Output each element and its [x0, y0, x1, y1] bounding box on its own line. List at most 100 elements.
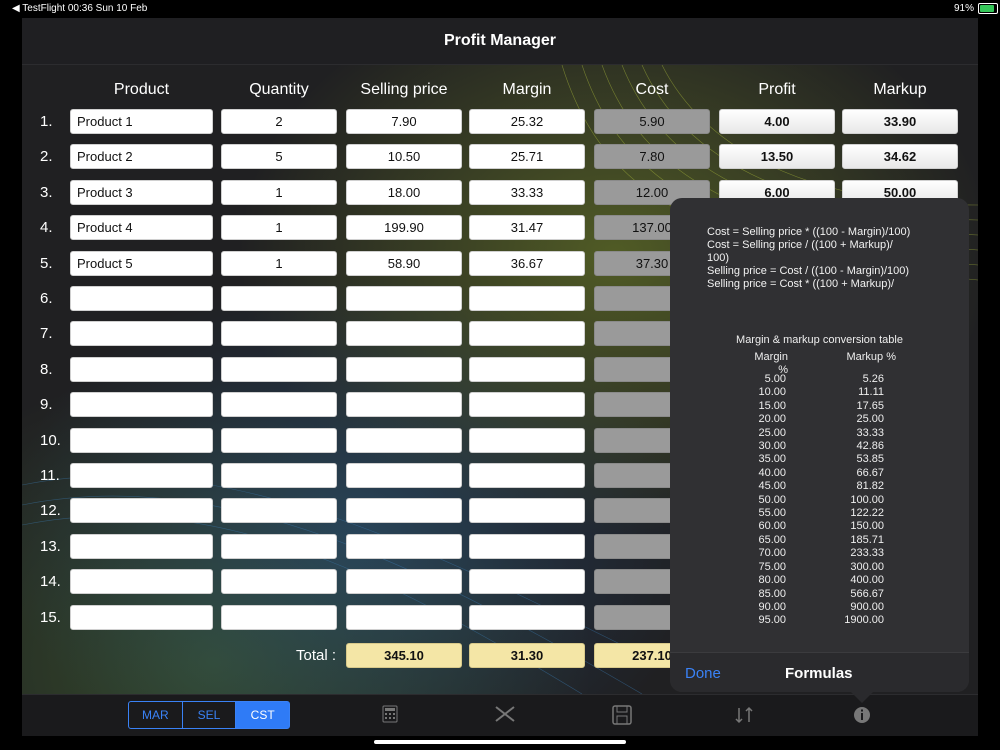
cell-product[interactable]: [70, 498, 213, 524]
save-icon[interactable]: [612, 705, 632, 730]
segment-sel[interactable]: SEL: [183, 702, 237, 728]
margin-value: 45.00: [758, 480, 786, 493]
cell-margin[interactable]: [469, 321, 585, 347]
done-button[interactable]: Done: [685, 665, 721, 682]
cell-product[interactable]: Product 1: [70, 109, 213, 134]
row-number: 13.: [40, 537, 61, 555]
cell-quantity[interactable]: [221, 463, 337, 488]
cell-cost: 5.90: [594, 109, 710, 134]
cell-margin[interactable]: 33.33: [469, 179, 585, 205]
mode-segmented-control[interactable]: MAR SEL CST: [128, 701, 290, 729]
cell-selling-price[interactable]: [346, 321, 462, 347]
row-number: 12.: [40, 502, 61, 520]
formula-line: Cost = Selling price / ((100 + Markup)/: [707, 239, 893, 251]
scissors-icon[interactable]: [494, 705, 516, 728]
margin-value: 90.00: [758, 600, 786, 613]
cell-product[interactable]: [70, 463, 213, 488]
cell-selling-price[interactable]: [346, 427, 462, 453]
markup-value: 25.00: [856, 413, 884, 426]
cell-quantity[interactable]: [221, 533, 337, 559]
cell-product[interactable]: Product 3: [70, 179, 213, 205]
popover-arrow: [851, 692, 873, 703]
cell-product[interactable]: Product 5: [70, 250, 213, 276]
cell-quantity[interactable]: 1: [221, 215, 337, 241]
cell-product[interactable]: [70, 533, 213, 559]
cell-quantity[interactable]: 1: [221, 250, 337, 276]
cell-margin[interactable]: 31.47: [469, 215, 585, 241]
cell-product[interactable]: [70, 569, 213, 595]
column-header-product: Product: [113, 81, 170, 98]
cell-margin[interactable]: 36.67: [469, 250, 585, 276]
home-indicator: [374, 740, 626, 744]
cell-selling-price[interactable]: 7.90: [346, 109, 462, 134]
cell-quantity[interactable]: [221, 356, 337, 382]
cell-quantity[interactable]: [221, 427, 337, 453]
battery-percent: 91%: [953, 3, 974, 14]
cell-selling-price[interactable]: [346, 356, 462, 382]
cell-product[interactable]: Product 4: [70, 215, 213, 241]
cell-product[interactable]: [70, 604, 213, 630]
status-left: ◀ TestFlight 00:36 Sun 10 Feb: [12, 3, 148, 14]
cell-selling-price[interactable]: 18.00: [346, 179, 462, 205]
cell-margin[interactable]: [469, 604, 585, 630]
markup-value: 400.00: [850, 574, 884, 587]
formula-line: Selling price = Cost * ((100 + Markup)/: [707, 278, 895, 290]
margin-value: 65.00: [758, 533, 786, 546]
cell-margin[interactable]: 25.32: [469, 109, 585, 134]
cell-selling-price[interactable]: 199.90: [346, 215, 462, 241]
cell-product[interactable]: [70, 321, 213, 347]
cell-quantity[interactable]: [221, 392, 337, 418]
cell-selling-price[interactable]: [346, 533, 462, 559]
cell-margin[interactable]: [469, 498, 585, 524]
cell-product[interactable]: [70, 356, 213, 382]
cell-quantity[interactable]: 5: [221, 144, 337, 170]
cell-selling-price[interactable]: [346, 286, 462, 311]
cell-margin[interactable]: [469, 569, 585, 595]
cell-quantity[interactable]: [221, 569, 337, 595]
cell-product[interactable]: [70, 427, 213, 453]
cell-product[interactable]: [70, 392, 213, 418]
page-title: Profit Manager: [22, 18, 978, 65]
cell-product[interactable]: Product 2: [70, 144, 213, 170]
markup-value: 900.00: [850, 600, 884, 613]
segment-mar[interactable]: MAR: [129, 702, 183, 728]
cell-quantity[interactable]: 2: [221, 109, 337, 134]
cell-margin[interactable]: [469, 427, 585, 453]
cell-product[interactable]: [70, 286, 213, 311]
cell-selling-price[interactable]: [346, 604, 462, 630]
bottom-toolbar: MAR SEL CST: [22, 694, 978, 736]
cell-margin[interactable]: [469, 463, 585, 488]
cell-selling-price[interactable]: [346, 463, 462, 488]
cell-selling-price[interactable]: [346, 498, 462, 524]
cell-profit: 13.50: [719, 144, 835, 170]
margin-value: 25.00: [758, 426, 786, 439]
margin-value: 40.00: [758, 466, 786, 479]
conversion-table-title: Margin & markup conversion table: [736, 334, 903, 346]
cell-margin[interactable]: [469, 392, 585, 418]
cell-selling-price[interactable]: 58.90: [346, 250, 462, 276]
cell-selling-price[interactable]: [346, 569, 462, 595]
cell-margin[interactable]: 25.71: [469, 144, 585, 170]
column-header-profit: Profit: [758, 81, 796, 98]
calculator-icon[interactable]: [382, 705, 398, 728]
cell-quantity[interactable]: [221, 498, 337, 524]
margin-value: 85.00: [758, 587, 786, 600]
cell-quantity[interactable]: 1: [221, 179, 337, 205]
segment-cst[interactable]: CST: [236, 702, 290, 728]
margin-value: 80.00: [758, 574, 786, 587]
markup-value: 5.26: [862, 373, 884, 385]
cell-margin[interactable]: [469, 356, 585, 382]
popover-footer: Done Formulas: [670, 652, 969, 692]
cell-margin[interactable]: [469, 286, 585, 311]
margin-value: 60.00: [758, 520, 786, 533]
swap-icon[interactable]: [734, 705, 754, 730]
cell-selling-price[interactable]: [346, 392, 462, 418]
cell-quantity[interactable]: [221, 321, 337, 347]
cell-quantity[interactable]: [221, 286, 337, 311]
cell-selling-price[interactable]: 10.50: [346, 144, 462, 170]
column-header-quantity: Quantity: [249, 81, 309, 98]
cell-quantity[interactable]: [221, 604, 337, 630]
info-icon[interactable]: [852, 705, 872, 730]
cell-margin[interactable]: [469, 533, 585, 559]
total-margin: 31.30: [469, 643, 585, 668]
